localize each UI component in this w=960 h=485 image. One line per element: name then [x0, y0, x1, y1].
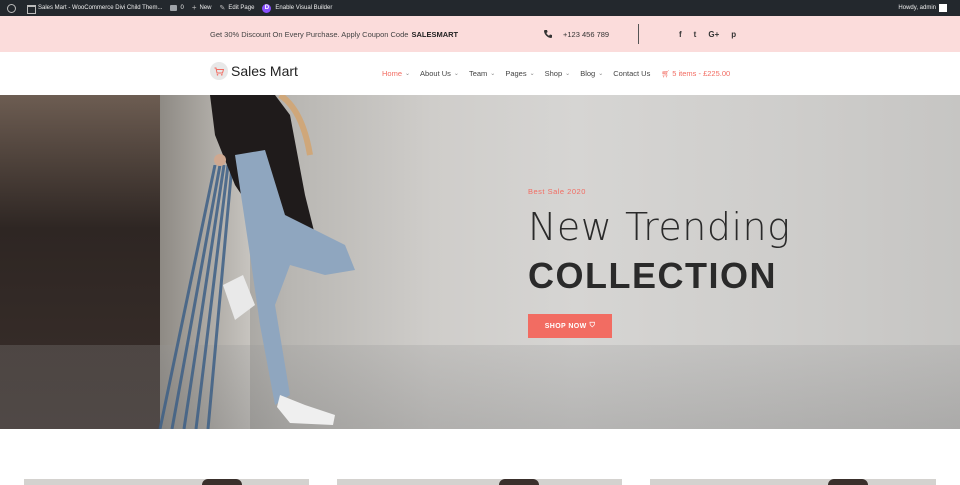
pencil-icon: ✎	[219, 5, 226, 12]
nav-label: Shop	[544, 69, 563, 78]
chevron-down-icon: ⌄	[405, 71, 411, 77]
main-nav: Home ⌄ About Us ⌄ Team ⌄ Pages ⌄ Shop ⌄ Blog ⌄…	[382, 52, 730, 95]
chevron-down-icon: ⌄	[453, 71, 459, 77]
product-image	[828, 479, 868, 485]
nav-label: Team	[468, 69, 488, 78]
wp-logo-button[interactable]	[0, 0, 23, 16]
visual-builder-label: Enable Visual Builder	[275, 5, 333, 11]
home-icon	[27, 4, 36, 14]
chevron-down-icon: ⌄	[490, 71, 496, 77]
wordpress-icon	[7, 3, 16, 13]
nav-label: Blog	[580, 69, 596, 78]
site-name-label: Sales Mart - WooCommerce Divi Child Them…	[38, 5, 163, 11]
edit-page-label: Edit Page	[228, 5, 255, 11]
site-header: Sales Mart Home ⌄ About Us ⌄ Team ⌄ Pages ⌄ …	[0, 52, 960, 95]
cart-summary: 5 items - £225.00	[672, 69, 731, 78]
nav-item-about-us[interactable]: About Us ⌄	[420, 69, 459, 78]
plus-icon: +	[191, 3, 197, 12]
nav-label: Pages	[505, 69, 527, 78]
facebook-icon[interactable]: f	[679, 30, 682, 39]
mini-cart-link[interactable]: 🛒︎ 5 items - £225.00	[661, 69, 730, 78]
account-menu[interactable]: Howdy, admin	[894, 0, 960, 16]
shop-now-button[interactable]: SHOP NOW ⛉	[528, 314, 612, 338]
chevron-down-icon: ⌄	[598, 71, 604, 77]
nav-label: About Us	[420, 69, 451, 78]
logo-text: Sales Mart	[231, 63, 298, 79]
wp-admin-bar: Sales Mart - WooCommerce Divi Child Them…	[0, 0, 960, 16]
nav-item-team[interactable]: Team ⌄	[469, 69, 495, 78]
hero-concrete-ledge	[0, 345, 960, 429]
hero-title-line2: COLLECTION	[528, 255, 777, 296]
hero-title-line1: New Trending	[528, 205, 791, 249]
promo-bar: Get 30% Discount On Every Purchase. Appl…	[0, 16, 960, 52]
chevron-down-icon: ⌄	[565, 71, 571, 77]
nav-label: Home	[382, 69, 403, 78]
avatar	[939, 4, 947, 12]
greeting-label: Howdy, admin	[898, 5, 936, 11]
comment-icon	[170, 5, 178, 11]
twitter-icon[interactable]: t	[694, 30, 697, 39]
edit-page-link[interactable]: ✎ Edit Page	[216, 0, 259, 16]
product-card[interactable]	[650, 479, 936, 485]
nav-item-contact-us[interactable]: Contact Us	[613, 69, 650, 78]
site-name-link[interactable]: Sales Mart - WooCommerce Divi Child Them…	[23, 0, 166, 16]
nav-label: Contact Us	[613, 69, 651, 78]
promo-text: Get 30% Discount On Every Purchase. Appl…	[210, 29, 409, 39]
phone-contact[interactable]: +123 456 789	[543, 16, 609, 52]
phone-number: +123 456 789	[563, 29, 610, 39]
cart-logo-icon	[210, 62, 228, 80]
new-content-button[interactable]: + New	[188, 0, 216, 16]
promo-divider	[638, 24, 639, 44]
hero-subtitle: Best Sale 2020	[528, 187, 586, 196]
hero-section: Best Sale 2020 New Trending COLLECTION S…	[0, 95, 960, 429]
comments-link[interactable]: 0	[166, 0, 187, 16]
shop-now-label: SHOP NOW	[544, 322, 587, 330]
phone-icon	[544, 30, 552, 38]
hero-model-image	[210, 95, 355, 425]
visual-builder-link[interactable]: D Enable Visual Builder	[258, 0, 336, 16]
divi-icon: D	[262, 3, 272, 13]
shopping-bag-icon: ⛉	[589, 322, 596, 329]
new-label: New	[199, 5, 212, 11]
site-logo[interactable]: Sales Mart	[210, 62, 298, 80]
nav-item-shop[interactable]: Shop ⌄	[545, 69, 571, 78]
nav-item-blog[interactable]: Blog ⌄	[580, 69, 603, 78]
product-image	[499, 479, 539, 485]
product-card[interactable]	[24, 479, 309, 485]
coupon-code: SALESMART	[411, 29, 459, 39]
product-previews	[0, 429, 960, 485]
nav-item-home[interactable]: Home ⌄	[382, 69, 410, 78]
product-card[interactable]	[337, 479, 622, 485]
nav-item-pages[interactable]: Pages ⌄	[505, 69, 534, 78]
pinterest-icon[interactable]: p	[731, 30, 736, 39]
product-image	[202, 479, 242, 485]
promo-message: Get 30% Discount On Every Purchase. Appl…	[210, 16, 458, 52]
chevron-down-icon: ⌄	[529, 71, 535, 77]
comments-count: 0	[180, 5, 184, 11]
social-links: f t G+ p	[679, 16, 736, 52]
shopping-cart-icon: 🛒︎	[661, 70, 671, 78]
google-plus-icon[interactable]: G+	[708, 30, 719, 39]
